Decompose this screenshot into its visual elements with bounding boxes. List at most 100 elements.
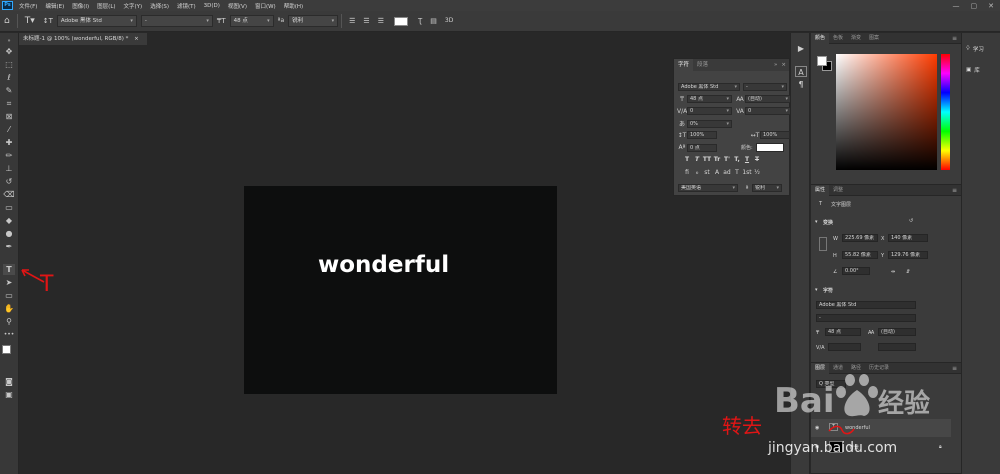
foreground-color-swatch[interactable]: [2, 345, 11, 354]
reset-transform-icon[interactable]: ↺: [909, 218, 913, 224]
menu-3d[interactable]: 3D(D): [204, 3, 220, 9]
subscript-button[interactable]: T,: [732, 156, 742, 163]
small-caps-button[interactable]: Tr: [712, 156, 722, 163]
char-color-swatch[interactable]: [755, 143, 784, 152]
healing-brush-tool-icon[interactable]: ✚: [3, 137, 15, 148]
lasso-tool-icon[interactable]: ℓ: [3, 72, 15, 83]
menu-type[interactable]: 文字(Y): [124, 2, 143, 10]
tab-patterns[interactable]: 图案: [865, 33, 883, 44]
text-color-swatch[interactable]: [393, 16, 408, 26]
discretionary-ligature-button[interactable]: ℴ: [692, 169, 702, 176]
align-left-icon[interactable]: ☰: [349, 15, 355, 27]
faux-bold-button[interactable]: T: [682, 156, 692, 163]
flip-vertical-icon[interactable]: ⇵: [906, 269, 910, 275]
document-canvas[interactable]: [244, 186, 557, 394]
marquee-tool-icon[interactable]: ⬚: [3, 59, 15, 70]
align-center-icon[interactable]: ☰: [363, 15, 369, 27]
play-icon[interactable]: ▶: [795, 43, 807, 54]
maximize-button[interactable]: ▢: [971, 2, 978, 10]
screen-mode-icon[interactable]: ▣: [3, 389, 15, 400]
language-select[interactable]: 美国英语 ▾: [678, 184, 738, 192]
x-field[interactable]: 140 像素: [888, 234, 928, 242]
font-family-select[interactable]: Adobe 黑体 Std ▾: [56, 15, 137, 27]
gradient-tool-icon[interactable]: ▭: [3, 202, 15, 213]
props-kerning-field[interactable]: [828, 343, 861, 351]
swash-button[interactable]: A: [712, 169, 722, 176]
char-font-style-select[interactable]: - ▾: [743, 83, 787, 91]
titling-button[interactable]: ad: [722, 169, 732, 176]
hand-tool-icon[interactable]: ✋: [3, 303, 15, 314]
eraser-tool-icon[interactable]: ⌫: [3, 189, 15, 200]
more-tools-icon[interactable]: •••: [3, 329, 15, 340]
frame-tool-icon[interactable]: ⊠: [3, 111, 15, 122]
menu-select[interactable]: 选择(S): [150, 2, 169, 10]
char-kerning-field[interactable]: 0 ▾: [687, 107, 732, 115]
history-brush-tool-icon[interactable]: ↺: [3, 176, 15, 187]
char-antialias-select[interactable]: 锐利 ▾: [752, 184, 782, 192]
dodge-tool-icon[interactable]: ●: [3, 228, 15, 239]
menu-layer[interactable]: 图层(L): [97, 2, 115, 10]
visibility-eye-icon[interactable]: ◉: [815, 425, 819, 431]
transform-chevron-icon[interactable]: ▾: [815, 219, 818, 225]
color-picker-field[interactable]: [836, 54, 937, 170]
width-field[interactable]: 225.69 像素: [842, 234, 878, 242]
menu-edit[interactable]: 编辑(E): [45, 2, 64, 10]
tab-color[interactable]: 颜色: [811, 32, 830, 44]
menu-filter[interactable]: 滤镜(T): [177, 2, 196, 10]
hue-slider[interactable]: [941, 54, 950, 170]
props-font-size-field[interactable]: 48 点: [825, 328, 861, 336]
height-field[interactable]: 55.82 像素: [842, 251, 878, 259]
underline-button[interactable]: T: [742, 156, 752, 163]
angle-field[interactable]: 0.00°: [842, 267, 870, 275]
link-icon[interactable]: [819, 237, 827, 251]
y-field[interactable]: 129.76 像素: [888, 251, 928, 259]
contextual-button[interactable]: T: [732, 169, 742, 176]
type-tool-icon[interactable]: T: [3, 264, 15, 275]
canvas-text-layer[interactable]: wonderful: [318, 252, 449, 278]
collapse-icon[interactable]: »: [774, 62, 781, 68]
home-icon[interactable]: ⌂: [4, 15, 10, 27]
char-horizontal-scale-field[interactable]: 100%: [760, 131, 790, 139]
font-size-select[interactable]: 48 点 ▾: [229, 15, 274, 27]
tab-swatches[interactable]: 色板: [829, 33, 847, 44]
superscript-button[interactable]: T': [722, 156, 732, 163]
minimize-button[interactable]: —: [953, 2, 960, 10]
3d-label[interactable]: 3D: [445, 15, 453, 27]
stylistic-alternates-button[interactable]: st: [702, 169, 712, 176]
close-button[interactable]: ✕: [988, 2, 994, 10]
tab-character[interactable]: 字符: [674, 59, 694, 71]
tab-adjustments[interactable]: 调整: [829, 185, 847, 196]
tab-paragraph[interactable]: 段落: [693, 59, 712, 71]
warp-text-icon[interactable]: Ʈ: [418, 15, 422, 27]
props-tracking-field[interactable]: [878, 343, 916, 351]
fractions-button[interactable]: ½: [752, 169, 762, 176]
tab-gradients[interactable]: 渐变: [847, 33, 865, 44]
props-leading-field[interactable]: (自动): [878, 328, 916, 336]
pen-tool-icon[interactable]: ✒: [3, 241, 15, 252]
paragraph-icon[interactable]: ¶: [795, 79, 807, 90]
learn-button[interactable]: 💡︎ 学习: [966, 45, 984, 54]
font-style-select[interactable]: - ▾: [140, 15, 213, 27]
char-font-size-field[interactable]: 48 点 ▾: [687, 95, 732, 103]
libraries-button[interactable]: ▣ 库: [966, 66, 980, 74]
panel-menu-icon[interactable]: ≡: [952, 365, 961, 372]
zoom-tool-icon[interactable]: ⚲: [3, 316, 15, 327]
eyedropper-tool-icon[interactable]: ⁄: [3, 124, 15, 135]
strikethrough-button[interactable]: T: [752, 156, 762, 163]
panel-menu-icon[interactable]: ≡: [952, 187, 961, 194]
menu-file[interactable]: 文件(F): [19, 2, 37, 10]
char-vertical-scale-field[interactable]: 100%: [687, 131, 717, 139]
ordinals-button[interactable]: 1st: [742, 169, 752, 176]
char-baseline-shift-field[interactable]: 0 点: [687, 143, 717, 152]
document-tab[interactable]: 未标题-1 @ 100% (wonderful, RGB/8) * ×: [19, 33, 147, 45]
rectangle-tool-icon[interactable]: ▭: [3, 290, 15, 301]
menu-window[interactable]: 窗口(W): [255, 2, 276, 10]
props-font-family-select[interactable]: Adobe 黑体 Std: [816, 301, 916, 309]
menu-help[interactable]: 帮助(H): [284, 2, 303, 10]
color-panel-foreground[interactable]: [817, 56, 827, 66]
faux-italic-button[interactable]: T: [692, 156, 702, 163]
blur-tool-icon[interactable]: ◆: [3, 215, 15, 226]
path-select-tool-icon[interactable]: ➤: [3, 277, 15, 288]
panel-close-icon[interactable]: ×: [781, 62, 789, 68]
character-panel-icon[interactable]: ▤: [430, 15, 437, 27]
